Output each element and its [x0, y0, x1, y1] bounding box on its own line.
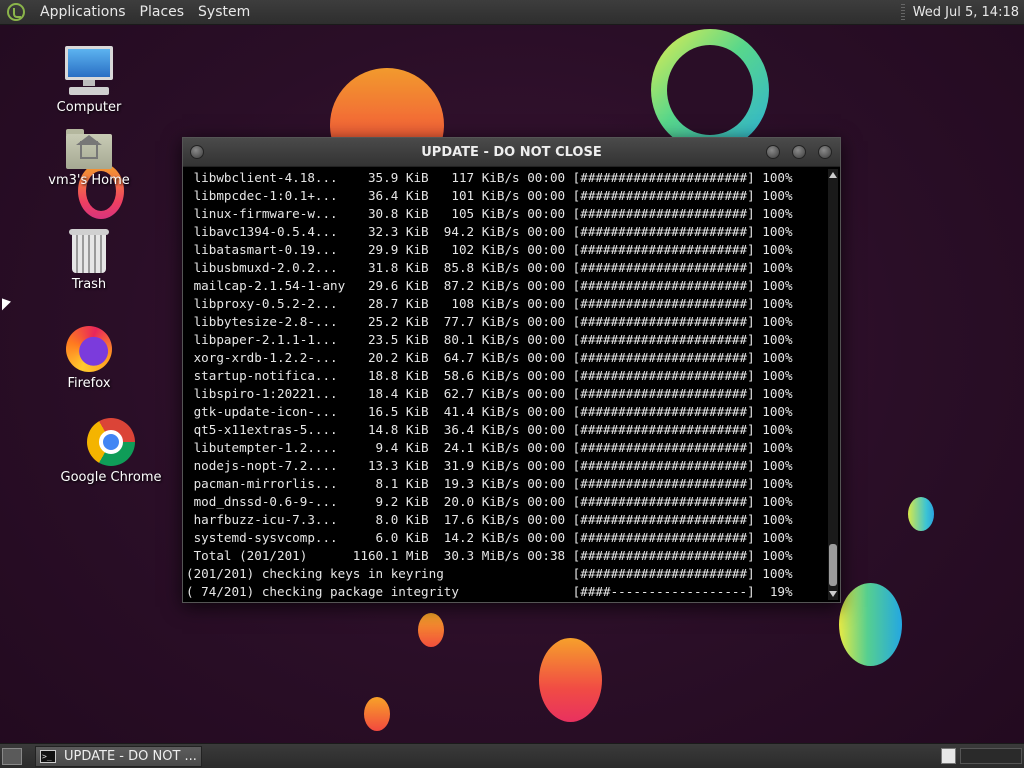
terminal-line: Total (201/201) 1160.1 MiB 30.3 MiB/s 00…	[186, 548, 793, 563]
terminal-line: qt5-x11extras-5.... 14.8 KiB 36.4 KiB/s …	[186, 422, 793, 437]
window-title: UPDATE - DO NOT CLOSE	[421, 144, 602, 160]
scroll-down-arrow-icon[interactable]	[829, 591, 837, 597]
mouse-pointer-icon	[2, 298, 11, 314]
taskbar-item-update[interactable]: >_ UPDATE - DO NOT ...	[35, 746, 202, 767]
scrollbar-thumb[interactable]	[829, 544, 837, 586]
desktop-icon-label: Firefox	[67, 376, 111, 391]
computer-icon	[65, 46, 113, 96]
terminal-line: libatasmart-0.19... 29.9 KiB 102 KiB/s 0…	[186, 242, 793, 257]
terminal-line: ( 74/201) checking package integrity [##…	[186, 584, 793, 599]
terminal-icon: >_	[40, 750, 56, 763]
terminal-line: libbytesize-2.8-... 25.2 KiB 77.7 KiB/s …	[186, 314, 793, 329]
desktop-icon-firefox[interactable]: Firefox	[29, 326, 149, 391]
terminal-line: startup-notifica... 18.8 KiB 58.6 KiB/s …	[186, 368, 793, 383]
terminal-window[interactable]: UPDATE - DO NOT CLOSE libwbclient-4.18..…	[182, 137, 841, 603]
terminal-scrollbar[interactable]	[828, 169, 838, 600]
wallpaper-bubble	[364, 697, 390, 731]
terminal-line: libpaper-2.1.1-1... 23.5 KiB 80.1 KiB/s …	[186, 332, 793, 347]
home-folder-icon	[66, 129, 112, 169]
window-menu-button[interactable]	[190, 145, 204, 159]
chrome-icon	[87, 418, 135, 466]
wallpaper-bubble	[539, 638, 602, 722]
window-titlebar[interactable]: UPDATE - DO NOT CLOSE	[183, 138, 840, 167]
scroll-up-arrow-icon[interactable]	[829, 172, 837, 178]
desktop-icon-computer[interactable]: Computer	[29, 46, 149, 115]
terminal-line: libwbclient-4.18... 35.9 KiB 117 KiB/s 0…	[186, 170, 793, 185]
terminal-line: libutempter-1.2.... 9.4 KiB 24.1 KiB/s 0…	[186, 440, 793, 455]
wallpaper-bubble	[418, 613, 444, 647]
desktop-icon-chrome[interactable]: Google Chrome	[51, 418, 171, 485]
panel-grip-icon	[900, 4, 905, 20]
show-desktop-button[interactable]	[2, 748, 22, 765]
workspace-2-button[interactable]	[960, 748, 1022, 764]
top-panel: Applications Places System Wed Jul 5, 14…	[0, 0, 1024, 25]
terminal-line: libusbmuxd-2.0.2... 31.8 KiB 85.8 KiB/s …	[186, 260, 793, 275]
terminal-line: systemd-sysvcomp... 6.0 KiB 14.2 KiB/s 0…	[186, 530, 793, 545]
wallpaper-bubble	[908, 497, 934, 531]
desktop-icon-label: Google Chrome	[60, 470, 162, 485]
trash-icon	[69, 229, 109, 273]
workspace-1-button[interactable]	[941, 748, 956, 764]
bottom-taskbar: >_ UPDATE - DO NOT ...	[0, 743, 1024, 768]
menu-places[interactable]: Places	[133, 4, 192, 20]
close-button[interactable]	[818, 145, 832, 159]
wallpaper-ring	[651, 29, 769, 151]
taskbar-item-label: UPDATE - DO NOT ...	[64, 749, 197, 764]
terminal-line: linux-firmware-w... 30.8 KiB 105 KiB/s 0…	[186, 206, 793, 221]
clock[interactable]: Wed Jul 5, 14:18	[913, 5, 1024, 20]
terminal-output[interactable]: libwbclient-4.18... 35.9 KiB 117 KiB/s 0…	[186, 169, 826, 600]
terminal-line: harfbuzz-icu-7.3... 8.0 KiB 17.6 KiB/s 0…	[186, 512, 793, 527]
desktop-icon-label: Trash	[71, 277, 107, 292]
terminal-line: libmpcdec-1:0.1+... 36.4 KiB 101 KiB/s 0…	[186, 188, 793, 203]
terminal-line: xorg-xrdb-1.2.2-... 20.2 KiB 64.7 KiB/s …	[186, 350, 793, 365]
desktop-icon-trash[interactable]: Trash	[29, 229, 149, 292]
desktop-icon-label: vm3's Home	[48, 173, 130, 188]
terminal-line: mod_dnssd-0.6-9-... 9.2 KiB 20.0 KiB/s 0…	[186, 494, 793, 509]
minimize-button[interactable]	[766, 145, 780, 159]
terminal-line: gtk-update-icon-... 16.5 KiB 41.4 KiB/s …	[186, 404, 793, 419]
desktop-icon-home[interactable]: vm3's Home	[29, 129, 149, 188]
terminal-line: (201/201) checking keys in keyring [####…	[186, 566, 793, 581]
desktop-icon-label: Computer	[56, 100, 122, 115]
terminal-line: libproxy-0.5.2-2... 28.7 KiB 108 KiB/s 0…	[186, 296, 793, 311]
firefox-icon	[66, 326, 112, 372]
wallpaper-bubble	[839, 583, 902, 666]
maximize-button[interactable]	[792, 145, 806, 159]
panel-right: Wed Jul 5, 14:18	[900, 0, 1024, 24]
terminal-line: libavc1394-0.5.4... 32.3 KiB 94.2 KiB/s …	[186, 224, 793, 239]
distro-logo-icon[interactable]	[7, 3, 25, 21]
terminal-line: pacman-mirrorlis... 8.1 KiB 19.3 KiB/s 0…	[186, 476, 793, 491]
terminal-line: libspiro-1:20221... 18.4 KiB 62.7 KiB/s …	[186, 386, 793, 401]
terminal-line: nodejs-nopt-7.2.... 13.3 KiB 31.9 KiB/s …	[186, 458, 793, 473]
menu-applications[interactable]: Applications	[33, 4, 133, 20]
menu-system[interactable]: System	[191, 4, 257, 20]
terminal-line: mailcap-2.1.54-1-any 29.6 KiB 87.2 KiB/s…	[186, 278, 793, 293]
